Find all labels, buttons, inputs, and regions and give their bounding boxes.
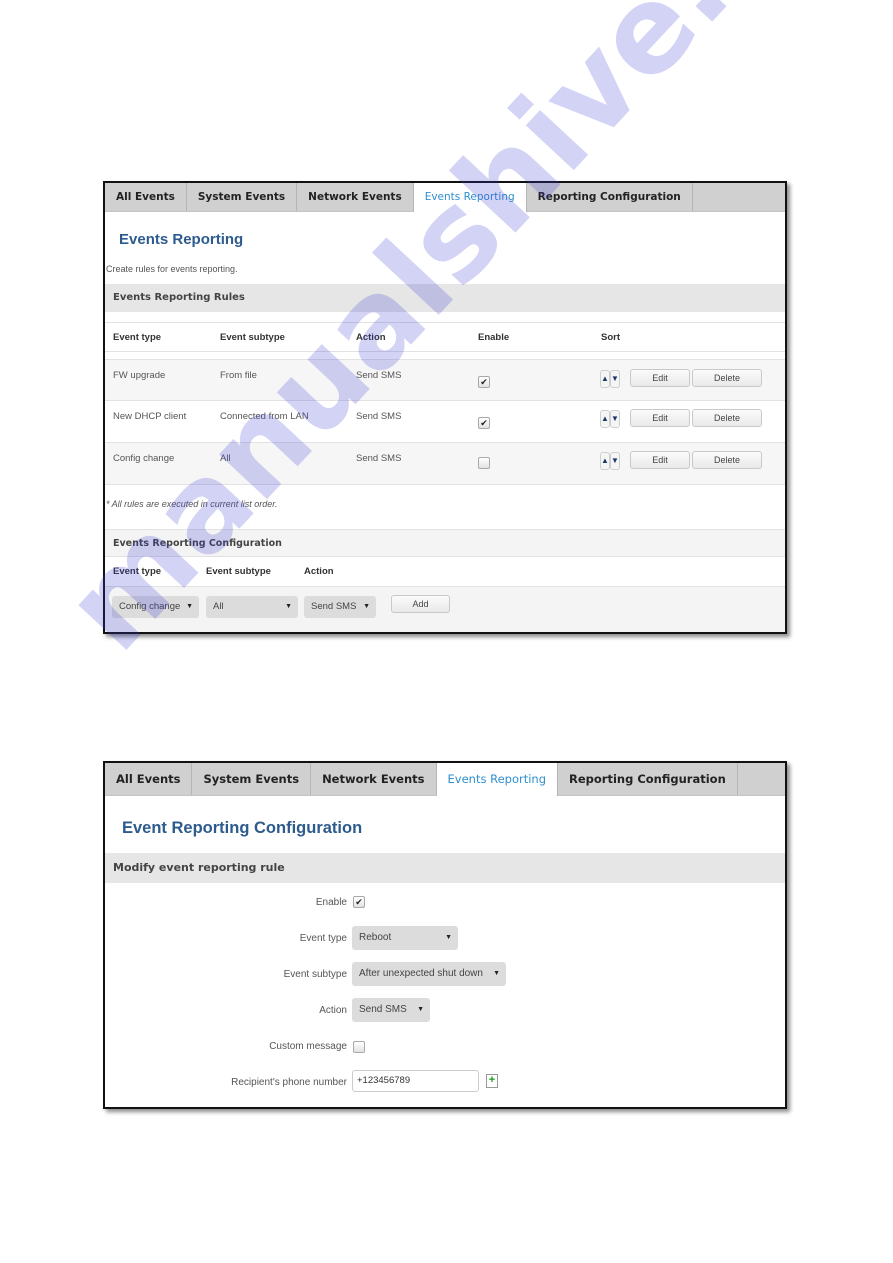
config-section-header: Events Reporting Configuration: [105, 529, 785, 557]
enable-checkbox[interactable]: ✔: [478, 376, 490, 388]
event-type-select[interactable]: Config change ▼: [112, 596, 199, 618]
column-header-action: Action: [356, 332, 386, 343]
dropdown-arrow-icon: ▼: [417, 1006, 424, 1013]
event-subtype-value: All: [213, 601, 224, 612]
tab-all-events[interactable]: All Events: [105, 183, 187, 211]
phone-number-input[interactable]: +123456789: [352, 1070, 479, 1092]
arrow-down-icon[interactable]: ▼: [610, 410, 620, 428]
tab-system-events[interactable]: System Events: [192, 763, 312, 795]
action-cell: Send SMS: [356, 370, 402, 381]
event-subtype-select[interactable]: All ▼: [206, 596, 298, 618]
column-header-event-type: Event type: [113, 566, 162, 577]
custom-message-checkbox[interactable]: [353, 1041, 365, 1053]
custom-message-label: Custom message: [269, 1041, 347, 1052]
page-title: Events Reporting: [119, 231, 244, 248]
tab-bar: All Events System Events Network Events …: [105, 763, 785, 796]
event-type-cell: FW upgrade: [113, 370, 166, 381]
tab-reporting-configuration[interactable]: Reporting Configuration: [527, 183, 693, 211]
table-row: New DHCP client Connected from LAN Send …: [105, 401, 785, 443]
table-row: Config change All Send SMS ▲ ▼ Edit Dele…: [105, 443, 785, 485]
dropdown-arrow-icon: ▼: [445, 934, 452, 941]
arrow-down-icon[interactable]: ▼: [610, 452, 620, 470]
event-type-cell: Config change: [113, 453, 175, 464]
edit-button[interactable]: Edit: [630, 451, 690, 469]
event-subtype-label: Event subtype: [283, 969, 347, 980]
event-subtype-cell: All: [220, 453, 231, 464]
edit-button[interactable]: Edit: [630, 409, 690, 427]
event-type-select[interactable]: Reboot ▼: [352, 926, 458, 950]
table-row: FW upgrade From file Send SMS ✔ ▲ ▼ Edit…: [105, 359, 785, 401]
arrow-up-icon[interactable]: ▲: [600, 410, 610, 428]
action-select[interactable]: Send SMS ▼: [304, 596, 376, 618]
event-reporting-configuration-panel: All Events System Events Network Events …: [103, 761, 787, 1109]
action-cell: Send SMS: [356, 411, 402, 422]
phone-number-label: Recipient's phone number: [231, 1077, 347, 1088]
column-header-enable: Enable: [478, 332, 510, 343]
delete-button[interactable]: Delete: [692, 369, 762, 387]
tab-network-events[interactable]: Network Events: [297, 183, 414, 211]
action-label: Action: [319, 1005, 347, 1016]
dropdown-arrow-icon: ▼: [285, 603, 292, 610]
arrow-down-icon[interactable]: ▼: [610, 370, 620, 388]
page-title: Event Reporting Configuration: [122, 819, 363, 837]
enable-label: Enable: [315, 897, 347, 908]
column-header-action: Action: [304, 566, 334, 577]
arrow-up-icon[interactable]: ▲: [600, 370, 610, 388]
action-value: Send SMS: [359, 1004, 407, 1015]
dropdown-arrow-icon: ▼: [493, 970, 500, 977]
tab-events-reporting[interactable]: Events Reporting: [436, 763, 559, 796]
edit-button[interactable]: Edit: [630, 369, 690, 387]
enable-checkbox[interactable]: [478, 457, 490, 469]
tab-bar: All Events System Events Network Events …: [105, 183, 785, 212]
column-header-event-subtype: Event subtype: [220, 332, 285, 343]
tab-reporting-configuration[interactable]: Reporting Configuration: [558, 763, 738, 795]
event-subtype-cell: From file: [220, 370, 257, 381]
event-type-value: Reboot: [359, 932, 392, 943]
event-type-cell: New DHCP client: [113, 411, 187, 422]
enable-checkbox[interactable]: ✔: [478, 417, 490, 429]
delete-button[interactable]: Delete: [692, 451, 762, 469]
delete-button[interactable]: Delete: [692, 409, 762, 427]
column-header-event-type: Event type: [113, 332, 162, 343]
arrow-up-icon[interactable]: ▲: [600, 452, 610, 470]
events-reporting-panel: All Events System Events Network Events …: [103, 181, 787, 634]
add-button[interactable]: Add: [391, 595, 450, 613]
event-subtype-value: After unexpected shut down: [359, 968, 483, 979]
action-cell: Send SMS: [356, 453, 402, 464]
event-subtype-select[interactable]: After unexpected shut down ▼: [352, 962, 506, 986]
tab-network-events[interactable]: Network Events: [311, 763, 437, 795]
rules-table-header: Event type Event subtype Action Enable S…: [105, 322, 785, 352]
new-rule-row: Config change ▼ All ▼ Send SMS ▼ Add: [105, 587, 785, 632]
rules-section-header: Events Reporting Rules: [105, 284, 785, 312]
column-header-sort: Sort: [601, 332, 620, 343]
event-type-value: Config change: [119, 601, 181, 612]
add-document-icon[interactable]: +: [486, 1074, 498, 1088]
dropdown-arrow-icon: ▼: [363, 603, 370, 610]
tab-all-events[interactable]: All Events: [105, 763, 193, 795]
event-subtype-cell: Connected from LAN: [220, 411, 309, 422]
tab-events-reporting[interactable]: Events Reporting: [413, 183, 527, 212]
dropdown-arrow-icon: ▼: [186, 603, 193, 610]
column-header-event-subtype: Event subtype: [206, 566, 271, 577]
event-type-label: Event type: [299, 933, 347, 944]
rules-order-note: * All rules are executed in current list…: [106, 499, 278, 509]
modify-rule-section-header: Modify event reporting rule: [105, 853, 785, 883]
config-table-header: Event type Event subtype Action: [105, 557, 785, 587]
action-select[interactable]: Send SMS ▼: [352, 998, 430, 1022]
page-description: Create rules for events reporting.: [106, 264, 238, 274]
tab-system-events[interactable]: System Events: [187, 183, 298, 211]
action-value: Send SMS: [311, 601, 357, 612]
enable-checkbox[interactable]: ✔: [353, 896, 365, 908]
